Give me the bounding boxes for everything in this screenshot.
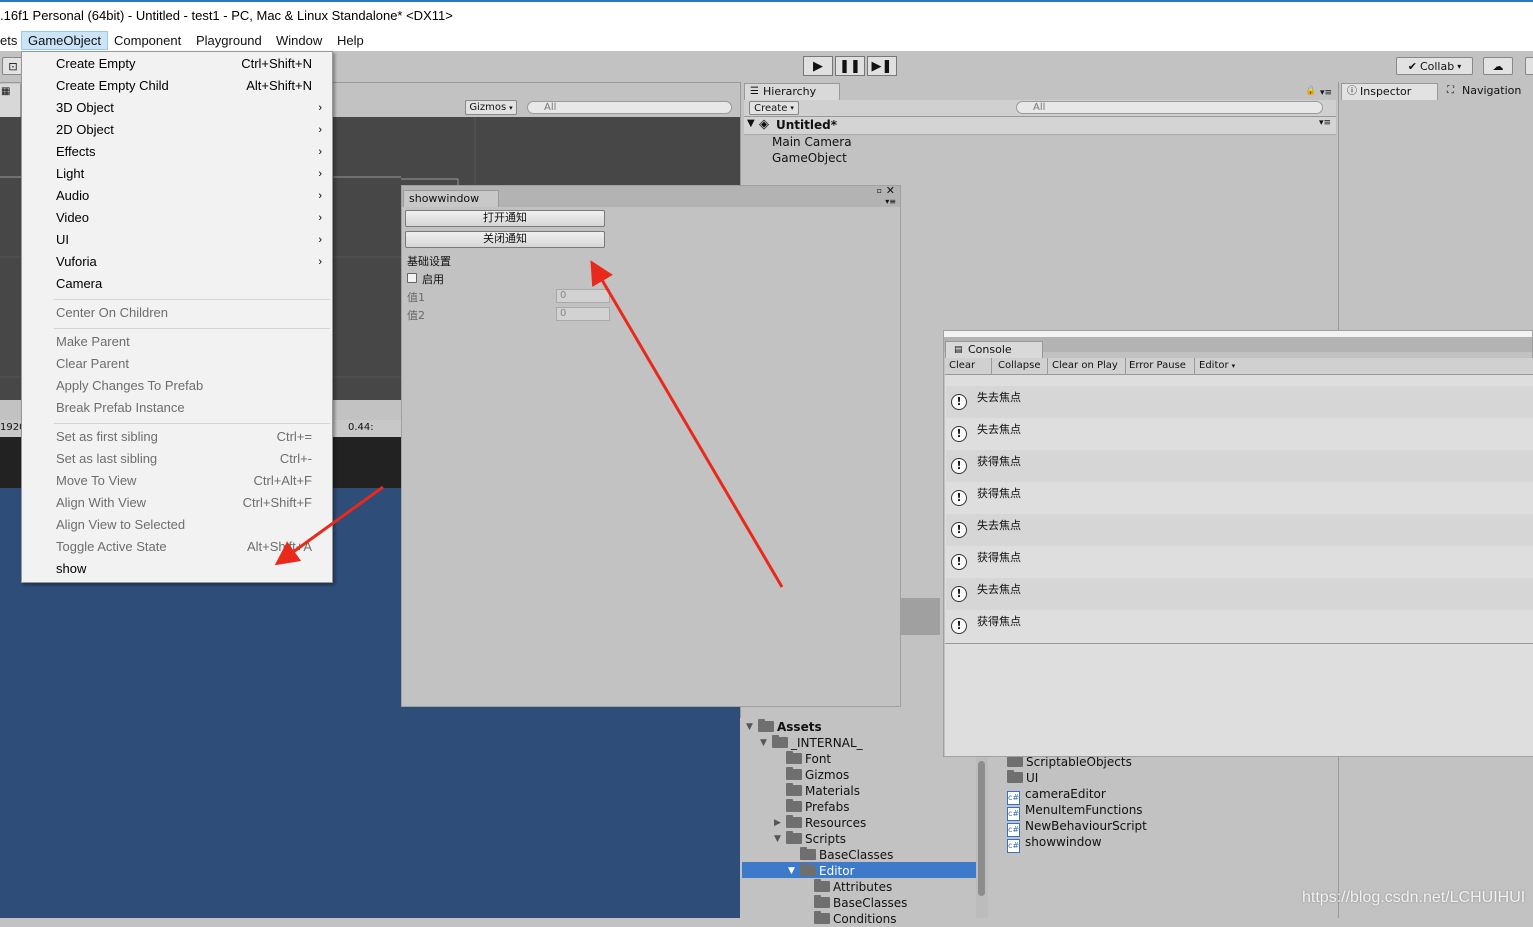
- arrow-to-showwindow: [590, 260, 784, 588]
- arrow-to-show-item: [274, 485, 384, 566]
- watermark: https://blog.csdn.net/LCHUIHUI: [1302, 889, 1526, 906]
- annotation-arrows: [274, 260, 784, 588]
